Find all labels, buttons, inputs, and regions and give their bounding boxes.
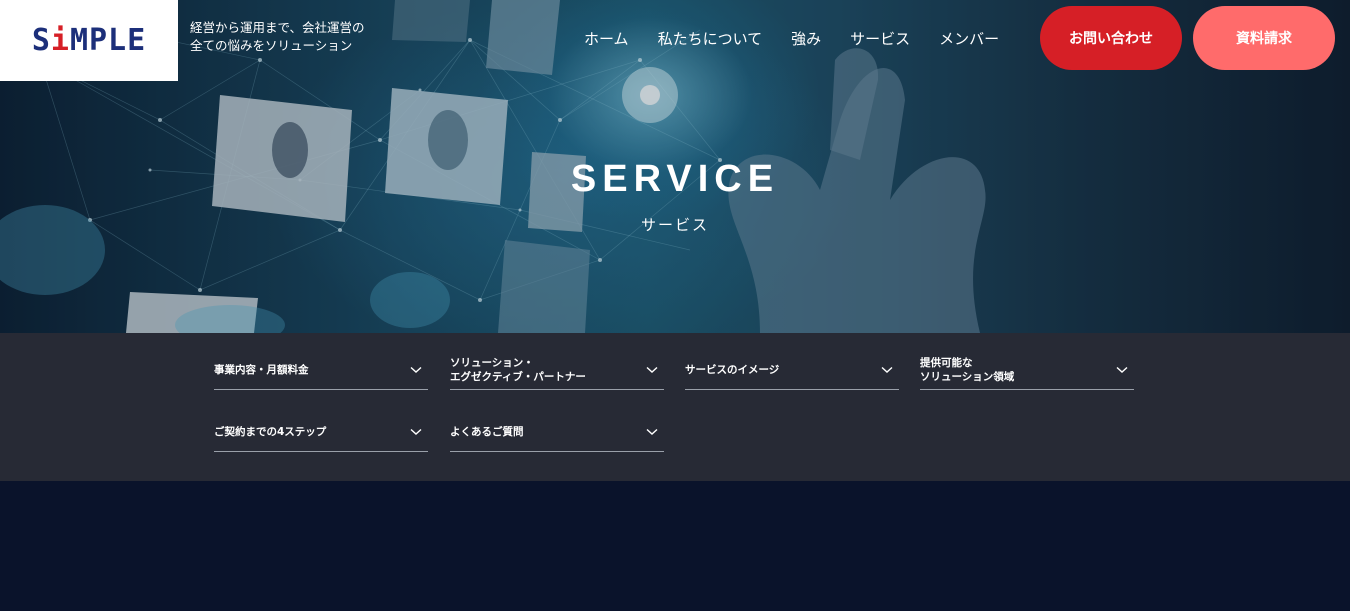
chevron-down-icon: [646, 366, 658, 373]
subnav-item-four-steps[interactable]: ご契約までの4ステップ: [214, 412, 428, 452]
chevron-down-icon: [646, 428, 658, 435]
subnav-item-label: よくあるご質問: [450, 425, 524, 438]
page-subtitle: サービス: [640, 216, 709, 234]
subnav-item-label: ご契約までの4ステップ: [214, 425, 327, 438]
logo-wordmark: SiMPLE: [31, 23, 147, 58]
nav-item-about[interactable]: 私たちについて: [658, 28, 763, 49]
chevron-down-icon: [410, 428, 422, 435]
content-area: [0, 481, 1350, 611]
subnav-item-executive-partner[interactable]: ソリューション・ エグゼクティブ・パートナー: [450, 350, 664, 390]
page-title: SERVICE: [570, 158, 780, 200]
subnav-item-service-image[interactable]: サービスのイメージ: [685, 350, 899, 390]
subnav-item-business-pricing[interactable]: 事業内容・月額料金: [214, 350, 428, 390]
nav-item-strengths[interactable]: 強み: [791, 28, 821, 49]
chevron-down-icon: [410, 366, 422, 373]
subnav-item-label: サービスのイメージ: [685, 363, 780, 376]
subnav-item-label: 事業内容・月額料金: [214, 363, 309, 376]
site-tagline: 経営から運用まで、会社運営の 全ての悩みをソリューション: [190, 19, 365, 55]
chevron-down-icon: [1116, 366, 1128, 373]
nav-item-members[interactable]: メンバー: [939, 28, 999, 49]
tagline-line-1: 経営から運用まで、会社運営の: [190, 20, 365, 35]
nav-item-service[interactable]: サービス: [850, 28, 910, 49]
site-logo[interactable]: SiMPLE: [0, 0, 178, 81]
subnav-item-label: ソリューション・ エグゼクティブ・パートナー: [450, 356, 586, 383]
main-nav: ホーム 私たちについて 強み サービス メンバー: [584, 28, 1028, 49]
contact-button[interactable]: お問い合わせ: [1040, 6, 1182, 70]
subnav-item-faq[interactable]: よくあるご質問: [450, 412, 664, 452]
tagline-line-2: 全ての悩みをソリューション: [190, 38, 353, 53]
service-subnav: 事業内容・月額料金 ソリューション・ エグゼクティブ・パートナー サービスのイメ…: [0, 333, 1350, 481]
subnav-item-solution-areas[interactable]: 提供可能な ソリューション領域: [920, 350, 1134, 390]
subnav-item-label: 提供可能な ソリューション領域: [920, 356, 1015, 383]
chevron-down-icon: [881, 366, 893, 373]
nav-item-home[interactable]: ホーム: [584, 28, 629, 49]
request-documents-button[interactable]: 資料請求: [1193, 6, 1335, 70]
